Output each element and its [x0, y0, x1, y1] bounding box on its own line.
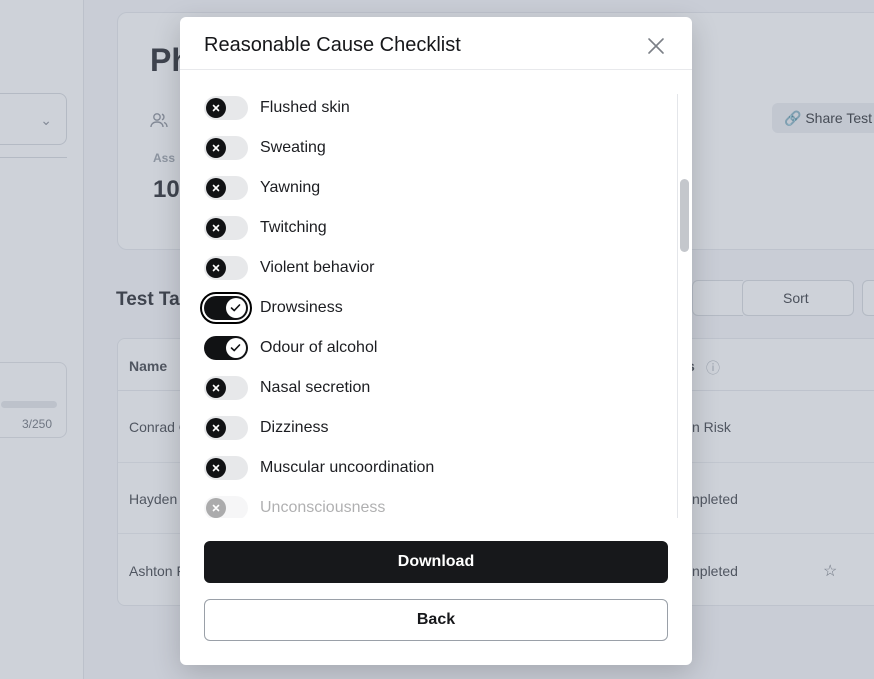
- toggle-switch[interactable]: [200, 292, 252, 324]
- scrollbar-thumb[interactable]: [680, 179, 689, 252]
- checklist-item-label: Twitching: [260, 219, 327, 236]
- x-icon: [206, 458, 226, 478]
- toggle-switch[interactable]: [204, 376, 248, 400]
- checklist-modal: Reasonable Cause Checklist Flushed skin …: [180, 17, 692, 665]
- toggle-switch[interactable]: [204, 136, 248, 160]
- checklist-item: Flushed skin: [204, 94, 664, 122]
- checklist-item-label: Flushed skin: [260, 99, 350, 116]
- modal-title: Reasonable Cause Checklist: [204, 34, 461, 56]
- checklist-item: Sweating: [204, 134, 664, 162]
- checklist-item-label: Violent behavior: [260, 259, 375, 276]
- checklist-item: Nasal secretion: [204, 374, 664, 402]
- checklist-item: Violent behavior: [204, 254, 664, 282]
- checklist-item: Twitching: [204, 214, 664, 242]
- check-icon: [226, 298, 246, 318]
- toggle-switch[interactable]: [204, 216, 248, 240]
- back-button[interactable]: Back: [204, 599, 668, 641]
- x-icon: [206, 178, 226, 198]
- x-icon: [206, 258, 226, 278]
- toggle-switch[interactable]: [204, 256, 248, 280]
- checklist-item-label: Sweating: [260, 139, 326, 156]
- toggle-switch[interactable]: [204, 176, 248, 200]
- close-button[interactable]: [644, 34, 668, 58]
- modal-header: Reasonable Cause Checklist: [180, 17, 692, 70]
- check-icon: [226, 338, 246, 358]
- checklist-item-label: Dizziness: [260, 419, 329, 436]
- checklist-item-label: Odour of alcohol: [260, 339, 378, 356]
- toggle-switch[interactable]: [204, 416, 248, 440]
- checklist-item-label: Yawning: [260, 179, 321, 196]
- toggle-switch[interactable]: [204, 496, 248, 518]
- checklist-item-label: Drowsiness: [260, 299, 343, 316]
- checklist-item: Muscular uncoordination: [204, 454, 664, 482]
- checklist-item: Drowsiness: [200, 292, 664, 324]
- toggle-switch[interactable]: [204, 336, 248, 360]
- checklist-item-label: Unconsciousness: [260, 499, 386, 516]
- x-icon: [206, 498, 226, 518]
- x-icon: [206, 418, 226, 438]
- toggle-switch[interactable]: [204, 456, 248, 480]
- checklist-item-label: Nasal secretion: [260, 379, 371, 396]
- checklist-item: Unconsciousness: [204, 494, 664, 518]
- x-icon: [206, 218, 226, 238]
- checklist-item-label: Muscular uncoordination: [260, 459, 435, 476]
- x-icon: [206, 378, 226, 398]
- checklist-item: Yawning: [204, 174, 664, 202]
- x-icon: [206, 98, 226, 118]
- x-icon: [206, 138, 226, 158]
- close-icon: [648, 38, 664, 54]
- checklist[interactable]: Flushed skin Sweating Yawning Twitching …: [180, 94, 680, 518]
- toggle-switch[interactable]: [204, 96, 248, 120]
- scrollbar-track: [677, 94, 678, 518]
- checklist-item: Dizziness: [204, 414, 664, 442]
- checklist-item: Odour of alcohol: [204, 334, 664, 362]
- download-button[interactable]: Download: [204, 541, 668, 583]
